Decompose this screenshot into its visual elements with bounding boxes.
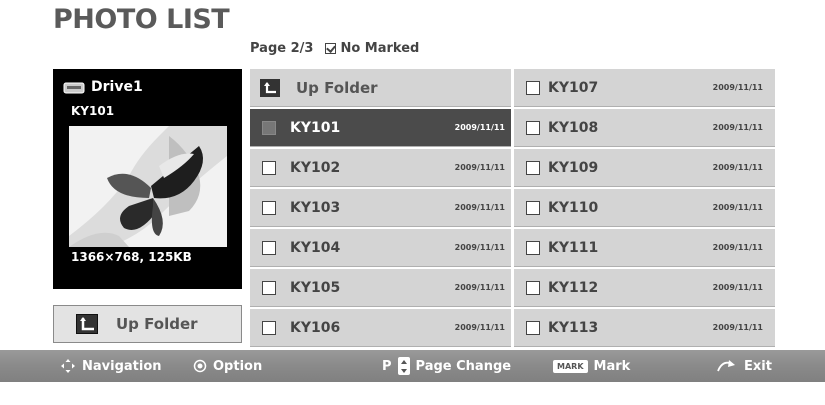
file-name: KY109: [548, 159, 599, 176]
help-mark: MARK Mark: [553, 359, 630, 374]
up-folder-icon: [260, 78, 280, 97]
page-indicator: Page 2/3: [250, 41, 314, 56]
checkbox[interactable]: [262, 200, 276, 215]
file-name: KY105: [290, 279, 341, 296]
file-date: 2009/11/11: [712, 283, 763, 292]
usb-drive-icon: [63, 82, 85, 93]
checkbox[interactable]: [526, 320, 540, 335]
up-folder-button[interactable]: Up Folder: [53, 305, 242, 343]
photo-list: Up Folder KY101 2009/11/11 KY102 2009/11…: [250, 69, 778, 347]
checkbox[interactable]: [262, 320, 276, 335]
list-item-ky101[interactable]: KY101 2009/11/11: [250, 109, 511, 147]
file-name: KY108: [548, 119, 599, 136]
list-item-ky106[interactable]: KY106 2009/11/11: [250, 309, 511, 347]
list-item-ky110[interactable]: KY110 2009/11/11: [514, 189, 775, 227]
checkbox[interactable]: [526, 80, 540, 95]
checked-box-icon: [325, 43, 337, 54]
file-date: 2009/11/11: [454, 163, 505, 172]
file-date: 2009/11/11: [712, 243, 763, 252]
file-date: 2009/11/11: [712, 203, 763, 212]
list-item-ky102[interactable]: KY102 2009/11/11: [250, 149, 511, 187]
help-exit: Exit: [716, 359, 772, 374]
list-item-ky112[interactable]: KY112 2009/11/11: [514, 269, 775, 307]
preview-panel: Drive1 KY101 1366×768, 125KB: [53, 69, 242, 289]
file-date: 2009/11/11: [454, 323, 505, 332]
page-key-label: P: [382, 358, 392, 374]
up-folder-icon: [76, 314, 98, 334]
drive-name: Drive1: [91, 79, 143, 95]
mark-key-icon: MARK: [553, 359, 588, 373]
help-navigation: Navigation: [60, 358, 162, 374]
list-item-ky109[interactable]: KY109 2009/11/11: [514, 149, 775, 187]
drive-label: Drive1: [63, 79, 143, 95]
exit-arrow-icon: [717, 360, 735, 372]
page-info: Page 2/3 No Marked: [250, 41, 419, 56]
list-item-ky103[interactable]: KY103 2009/11/11: [250, 189, 511, 227]
marked-label: No Marked: [340, 41, 420, 56]
file-date: 2009/11/11: [454, 283, 505, 292]
butterfly-photo: [69, 126, 227, 247]
file-date: 2009/11/11: [712, 323, 763, 332]
list-item-label: Up Folder: [296, 78, 378, 97]
file-date: 2009/11/11: [454, 123, 505, 132]
checkbox[interactable]: [526, 120, 540, 135]
list-item-up-folder[interactable]: Up Folder: [250, 69, 511, 107]
help-exit-label: Exit: [744, 358, 772, 374]
help-mark-label: Mark: [593, 358, 631, 374]
help-option: Option: [193, 359, 262, 374]
list-item-ky105[interactable]: KY105 2009/11/11: [250, 269, 511, 307]
preview-thumbnail: [69, 126, 227, 247]
preview-meta: 1366×768, 125KB: [71, 250, 192, 264]
marked-status: No Marked: [325, 41, 419, 56]
checkbox[interactable]: [262, 240, 276, 255]
file-name: KY110: [548, 199, 599, 216]
preview-filename: KY101: [71, 104, 115, 118]
help-navigation-label: Navigation: [82, 358, 162, 374]
file-name: KY106: [290, 319, 341, 336]
file-date: 2009/11/11: [454, 203, 505, 212]
list-item-ky104[interactable]: KY104 2009/11/11: [250, 229, 511, 267]
list-item-ky111[interactable]: KY111 2009/11/11: [514, 229, 775, 267]
help-bar: Navigation Option P Page Change MARK Mar…: [0, 350, 825, 382]
list-item-ky107[interactable]: KY107 2009/11/11: [514, 69, 775, 107]
checkbox[interactable]: [262, 280, 276, 295]
checkbox[interactable]: [526, 160, 540, 175]
file-name: KY107: [548, 79, 599, 96]
file-name: KY104: [290, 239, 341, 256]
file-name: KY101: [290, 119, 341, 136]
help-page-change: P Page Change: [382, 357, 511, 375]
file-name: KY103: [290, 199, 341, 216]
file-name: KY112: [548, 279, 599, 296]
file-name: KY102: [290, 159, 341, 176]
up-folder-label: Up Folder: [116, 315, 198, 333]
list-item-ky113[interactable]: KY113 2009/11/11: [514, 309, 775, 347]
checkbox[interactable]: [526, 200, 540, 215]
page-title: PHOTO LIST: [53, 4, 230, 35]
file-date: 2009/11/11: [454, 243, 505, 252]
checkbox[interactable]: [262, 120, 276, 135]
file-date: 2009/11/11: [712, 83, 763, 92]
list-item-ky108[interactable]: KY108 2009/11/11: [514, 109, 775, 147]
checkbox[interactable]: [526, 280, 540, 295]
file-name: KY111: [548, 239, 599, 256]
ok-button-icon: [193, 359, 207, 373]
help-page-change-label: Page Change: [415, 358, 512, 374]
checkbox[interactable]: [526, 240, 540, 255]
navigation-arrows-icon: [61, 359, 75, 373]
file-name: KY113: [548, 319, 599, 336]
file-date: 2009/11/11: [712, 123, 763, 132]
help-option-label: Option: [213, 358, 263, 374]
page-up-down-icon: [397, 357, 410, 375]
file-date: 2009/11/11: [712, 163, 763, 172]
checkbox[interactable]: [262, 160, 276, 175]
